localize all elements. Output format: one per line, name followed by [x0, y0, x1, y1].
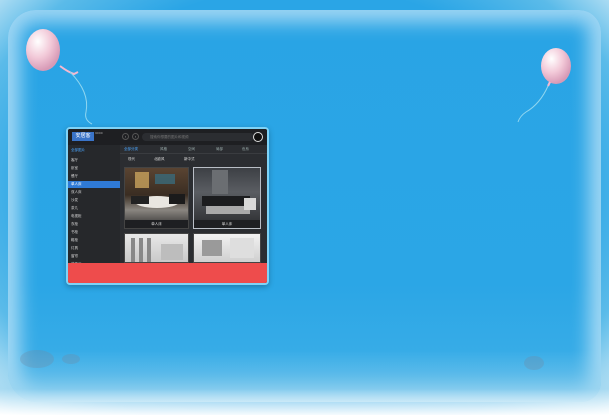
image-thumbnail[interactable]	[124, 233, 189, 263]
chevron-right-icon[interactable]: ›	[132, 133, 139, 140]
rock-decoration	[20, 350, 54, 368]
sea-floor	[0, 350, 609, 415]
tab-color[interactable]: 色系	[242, 145, 249, 154]
app-screenshot: 安居客 9000 ‹ › 搜索你想要的图片和视频 全部图片 客厅 卧室 餐厅 单…	[66, 127, 269, 285]
sidebar-header[interactable]: 全部图片	[68, 147, 120, 154]
sidebar-item[interactable]: 窗帘	[68, 253, 120, 260]
tab-space[interactable]: 空间	[188, 145, 195, 154]
sidebar-item[interactable]: 客厅	[68, 157, 120, 164]
sidebar-item[interactable]: 卧室	[68, 165, 120, 172]
sidebar-item-active[interactable]: 单人床	[68, 181, 120, 188]
app-logo: 安居客	[72, 132, 94, 141]
sidebar-item[interactable]: 衣柜	[68, 221, 120, 228]
chevron-left-icon[interactable]: ‹	[122, 133, 129, 140]
image-thumbnail-selected[interactable]: 单人床	[193, 167, 261, 229]
sidebar-item[interactable]: 鞋柜	[68, 237, 120, 244]
rock-decoration	[524, 356, 544, 370]
avatar[interactable]	[253, 132, 263, 142]
category-tabs: 全部分类 风格 空间 局部 色系	[120, 145, 267, 154]
filter-row: 现代 北欧风 新中式	[120, 155, 267, 164]
filter-modern[interactable]: 现代	[128, 155, 135, 164]
sidebar-item[interactable]: 双人床	[68, 189, 120, 196]
room-photo	[202, 170, 256, 214]
cta-bar[interactable]	[68, 263, 267, 283]
rock-decoration	[62, 354, 80, 364]
filter-nordic[interactable]: 北欧风	[154, 155, 165, 164]
sidebar-item[interactable]: 餐厅	[68, 173, 120, 180]
image-thumbnail[interactable]: 单人床	[124, 167, 189, 229]
room-photo	[131, 238, 183, 262]
thumbnail-caption: 单人床	[125, 220, 188, 228]
app-titlebar: 安居客 9000 ‹ › 搜索你想要的图片和视频	[68, 129, 267, 145]
balloon-icon	[517, 48, 571, 123]
filter-chinese[interactable]: 新中式	[184, 155, 195, 164]
image-thumbnail[interactable]	[193, 233, 261, 263]
room-photo	[202, 238, 254, 258]
thumbnail-caption: 单人床	[194, 220, 260, 228]
search-input[interactable]: 搜索你想要的图片和视频	[142, 133, 254, 141]
sidebar-item[interactable]: 茶几	[68, 205, 120, 212]
tab-all[interactable]: 全部分类	[124, 145, 138, 154]
tab-part[interactable]: 局部	[216, 145, 223, 154]
sidebar-item[interactable]: 电视柜	[68, 213, 120, 220]
balloon-icon	[26, 29, 93, 125]
sidebar-item[interactable]: 沙发	[68, 197, 120, 204]
room-photo	[131, 172, 185, 208]
category-sidebar: 全部图片 客厅 卧室 餐厅 单人床 双人床 沙发 茶几 电视柜 衣柜 书柜 鞋柜…	[68, 145, 120, 271]
sidebar-item[interactable]: 灯具	[68, 245, 120, 252]
app-version: 9000	[95, 131, 103, 135]
sidebar-item[interactable]: 书柜	[68, 229, 120, 236]
tab-style[interactable]: 风格	[160, 145, 167, 154]
